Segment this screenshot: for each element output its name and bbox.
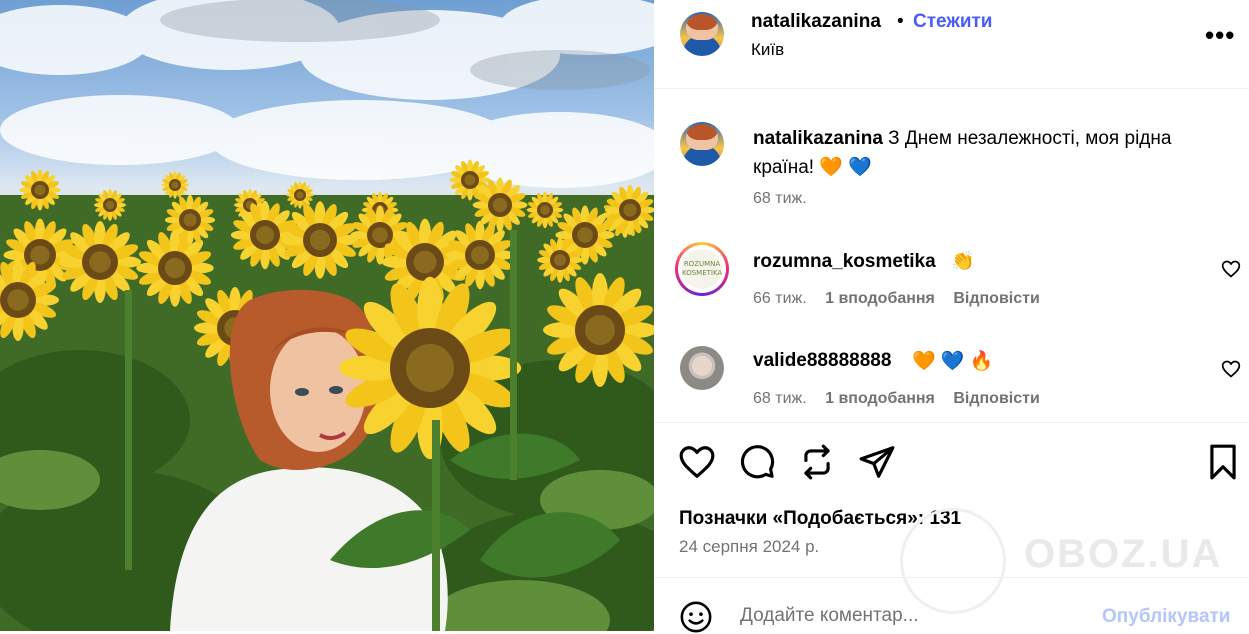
comment-time[interactable]: 68 тиж. <box>753 390 807 407</box>
sunflower <box>472 177 528 233</box>
author-username[interactable]: natalikazanina <box>751 11 881 33</box>
caption: natalikazanina З Днем незалежності, моя … <box>753 124 1223 182</box>
publish-button[interactable]: Опублікувати <box>1102 606 1231 628</box>
divider <box>654 422 1249 423</box>
comment-meta: 66 тиж. 1 вподобання Відповісти <box>753 290 1040 308</box>
post-side-panel: natalikazanina • Стежити Київ ••• natali… <box>654 0 1249 634</box>
sunflower <box>230 200 300 270</box>
caption-author-avatar[interactable] <box>680 122 724 166</box>
sunflower <box>543 273 654 387</box>
sunflower <box>161 171 189 199</box>
comment-like-heart-icon[interactable] <box>1221 359 1241 379</box>
comment-likes[interactable]: 1 вподобання <box>825 390 935 407</box>
sunflower <box>537 237 583 283</box>
post-date: 24 серпня 2024 р. <box>679 537 820 556</box>
sunflower-field-image <box>0 0 654 631</box>
sunflower <box>604 184 654 236</box>
sunflower <box>526 191 564 229</box>
author-avatar[interactable] <box>680 12 724 56</box>
reply-button[interactable]: Відповісти <box>953 290 1039 307</box>
likes-label: Позначки «Подобається»: <box>679 508 925 529</box>
sunflower <box>445 220 515 290</box>
commenter-avatar[interactable] <box>680 346 724 390</box>
paper-plane-icon[interactable] <box>858 443 896 481</box>
caption-time[interactable]: 68 тиж. <box>753 190 807 208</box>
caption-author[interactable]: natalikazanina <box>753 128 883 149</box>
watermark-text: OBOZ.UA <box>1024 532 1223 576</box>
repost-icon[interactable] <box>798 443 836 481</box>
comment-author[interactable]: rozumna_kosmetika <box>753 251 936 273</box>
comment-input[interactable] <box>738 600 1082 632</box>
post-photo[interactable] <box>0 0 654 631</box>
comment-likes[interactable]: 1 вподобання <box>825 290 935 307</box>
divider <box>654 577 1249 578</box>
brand-logo: ROZUMNA KOSMETIKA <box>682 249 722 289</box>
sunflower <box>136 229 214 307</box>
sunflower <box>286 181 314 209</box>
comment-text: 🧡 💙 🔥 <box>912 351 994 372</box>
comment-text: 👏 <box>951 251 975 272</box>
smiley-icon[interactable] <box>679 600 713 634</box>
comment-time[interactable]: 66 тиж. <box>753 290 807 307</box>
location-link[interactable]: Київ <box>751 40 784 60</box>
sunflower <box>19 169 61 211</box>
comment-like-heart-icon[interactable] <box>1221 259 1241 279</box>
separator-dot: • <box>897 11 904 32</box>
sunflower <box>94 189 126 221</box>
comment-meta: 68 тиж. 1 вподобання Відповісти <box>753 390 1040 408</box>
sunflower <box>338 276 522 460</box>
follow-button[interactable]: Стежити <box>913 11 992 33</box>
post-header: natalikazanina • Стежити Київ ••• <box>654 0 1249 89</box>
heart-icon[interactable] <box>678 443 716 481</box>
comment-bubble-icon[interactable] <box>738 443 776 481</box>
reply-button[interactable]: Відповісти <box>953 390 1039 407</box>
sunflower <box>281 201 359 279</box>
more-dots-icon[interactable]: ••• <box>1205 20 1235 51</box>
comment-author[interactable]: valide88888888 <box>753 350 891 372</box>
watermark-logo <box>900 508 1006 614</box>
commenter-avatar[interactable]: ROZUMNA KOSMETIKA <box>675 242 729 296</box>
sunflower <box>164 194 216 246</box>
bookmark-icon[interactable] <box>1204 443 1242 481</box>
